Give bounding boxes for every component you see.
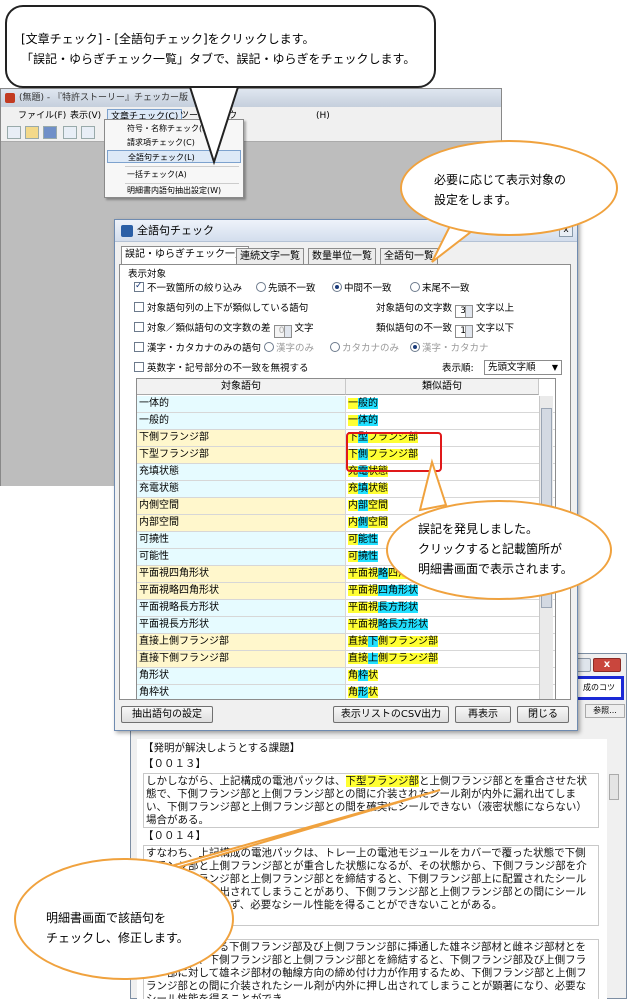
- display-settings-callout: 必要に応じて表示対象の 設定をします。: [400, 140, 618, 236]
- callout-text: 「誤記・ゆらぎチェック一覧」タブで、誤記・ゆらぎをチェックします。: [21, 52, 416, 66]
- callout-text: 明細書画面で該語句を: [46, 911, 167, 925]
- callout-text: 設定をします。: [434, 193, 517, 207]
- callout-text: 必要に応じて表示対象の: [434, 173, 567, 187]
- fix-callout: 明細書画面で該語句を チェックし、修正します。: [14, 858, 234, 980]
- callout-text: [文章チェック] - [全語句チェック]をクリックします。: [21, 32, 315, 46]
- callout-pointer: [149, 789, 441, 873]
- callout-text: 誤記を発見しました。: [418, 522, 539, 536]
- callout-pointer: [188, 86, 240, 166]
- callout-pointer: [418, 458, 448, 512]
- callout-text: チェックし、修正します。: [46, 931, 189, 945]
- callout-text: クリックすると記載箇所が: [418, 542, 563, 556]
- instruction-callout: [文章チェック] - [全語句チェック]をクリックします。 「誤記・ゆらぎチェッ…: [5, 5, 436, 88]
- callout-text: 明細書画面で表示されます。: [418, 562, 573, 576]
- error-found-callout: 誤記を発見しました。 クリックすると記載箇所が 明細書画面で表示されます。: [386, 500, 612, 600]
